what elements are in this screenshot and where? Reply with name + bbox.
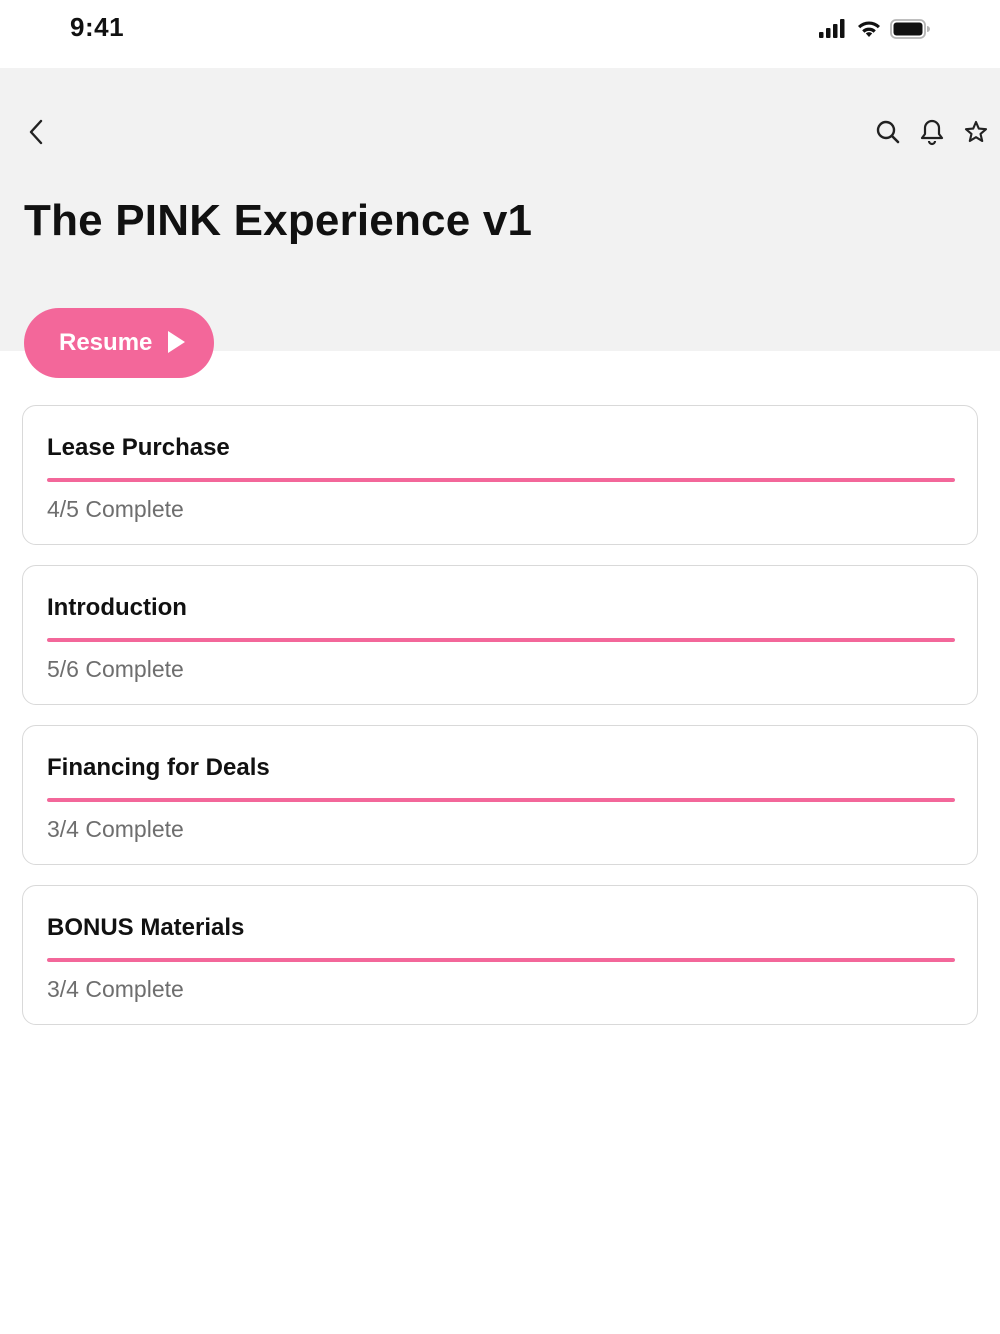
module-status: 4/5 Complete bbox=[47, 496, 184, 522]
page-title: The PINK Experience v1 bbox=[24, 196, 533, 245]
play-icon bbox=[166, 330, 186, 357]
search-button[interactable] bbox=[872, 118, 904, 150]
module-status: 5/6 Complete bbox=[47, 656, 184, 682]
module-card[interactable]: Introduction 5/6 Complete bbox=[22, 565, 978, 705]
module-progress-fill bbox=[47, 638, 955, 642]
bell-icon bbox=[919, 118, 945, 151]
notifications-button[interactable] bbox=[916, 118, 948, 150]
module-status: 3/4 Complete bbox=[47, 816, 184, 842]
search-icon bbox=[875, 119, 901, 150]
status-bar: 9:41 bbox=[0, 0, 1000, 68]
header-actions bbox=[872, 118, 992, 150]
module-card[interactable]: Lease Purchase 4/5 Complete bbox=[22, 405, 978, 545]
module-title: Introduction bbox=[47, 594, 187, 621]
module-card[interactable]: Financing for Deals 3/4 Complete bbox=[22, 725, 978, 865]
chevron-left-icon bbox=[27, 118, 45, 151]
module-list: Lease Purchase 4/5 Complete Introduction… bbox=[22, 405, 978, 1045]
resume-button[interactable]: Resume bbox=[24, 308, 214, 378]
battery-icon bbox=[890, 18, 930, 45]
module-progress-fill bbox=[47, 798, 955, 802]
module-title: Lease Purchase bbox=[47, 434, 230, 461]
module-status: 3/4 Complete bbox=[47, 976, 184, 1002]
module-progress-bar bbox=[47, 958, 955, 962]
status-time: 9:41 bbox=[70, 12, 125, 42]
back-button[interactable] bbox=[20, 118, 52, 150]
module-progress-fill bbox=[47, 478, 955, 482]
status-icons bbox=[818, 18, 930, 45]
resume-label: Resume bbox=[59, 329, 153, 356]
favorite-button[interactable] bbox=[960, 118, 992, 150]
star-icon bbox=[963, 119, 989, 150]
module-progress-bar bbox=[47, 478, 955, 482]
module-progress-bar bbox=[47, 638, 955, 642]
module-title: BONUS Materials bbox=[47, 914, 245, 941]
module-card[interactable]: BONUS Materials 3/4 Complete bbox=[22, 885, 978, 1025]
signal-icon bbox=[818, 18, 848, 45]
module-progress-fill bbox=[47, 958, 955, 962]
module-progress-bar bbox=[47, 798, 955, 802]
wifi-icon bbox=[856, 18, 882, 45]
module-title: Financing for Deals bbox=[47, 754, 270, 781]
